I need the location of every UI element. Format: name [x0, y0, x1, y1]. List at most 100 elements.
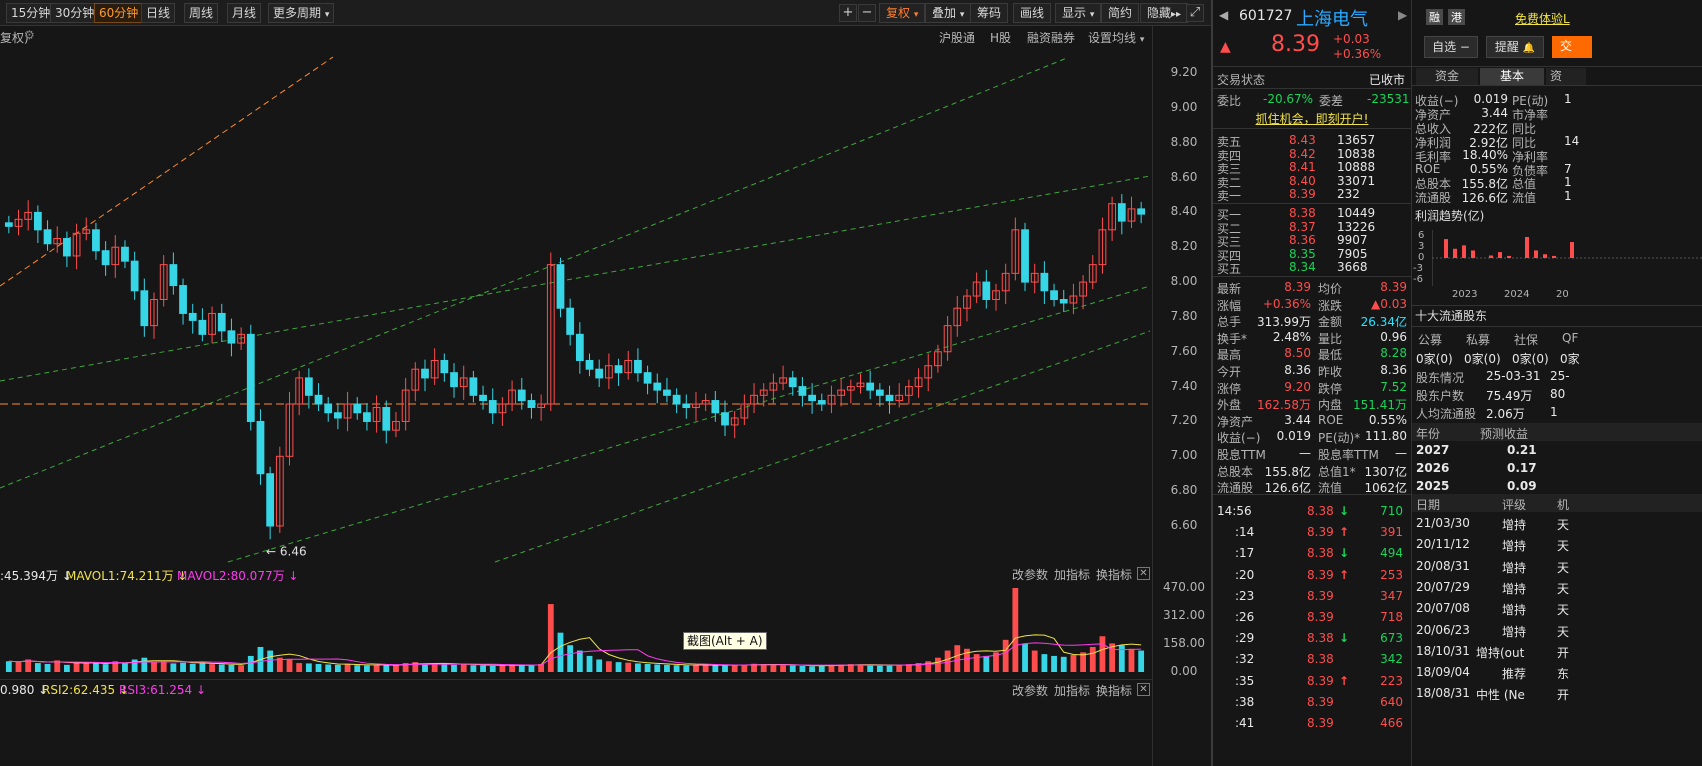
- period-60min-button[interactable]: 60分钟: [94, 3, 144, 23]
- settings-gear-icon[interactable]: ⚙: [24, 28, 35, 42]
- rating-date: 20/08/31: [1416, 558, 1470, 573]
- tick-price: 8.39: [1307, 567, 1334, 582]
- rsi-switch-indicator-button[interactable]: 换指标: [1096, 682, 1132, 699]
- price-tick-label: 9.00: [1170, 99, 1198, 114]
- fundamental-row: 毛利率 18.40% 净利率: [1412, 148, 1702, 164]
- candle-body: [585, 359, 594, 370]
- holder-count: 0家(0): [1512, 352, 1549, 366]
- vol-switch-indicator-button[interactable]: 换指标: [1096, 566, 1132, 583]
- status-value: 已收市: [1369, 73, 1406, 87]
- candle-body: [450, 372, 458, 388]
- latest-price-value: 8.39: [1271, 32, 1320, 57]
- profit-bar: [1498, 252, 1502, 258]
- open-account-promo-link[interactable]: 抓住机会，即刻开户!: [1213, 110, 1411, 127]
- rating-value: 增持: [1502, 539, 1527, 554]
- zoom-out-button[interactable]: −: [858, 4, 876, 22]
- weicha-label: 委差: [1319, 94, 1344, 108]
- tick-time: :32: [1235, 652, 1255, 667]
- close-icon[interactable]: ✕: [1137, 683, 1150, 696]
- candle-body: [169, 264, 178, 287]
- more-periods-label: 更多周期: [273, 6, 322, 20]
- profit-year-label: 2023: [1452, 289, 1478, 300]
- volume-bar: [857, 664, 864, 672]
- rating-row[interactable]: 20/11/12 增持 天: [1412, 537, 1702, 554]
- close-icon[interactable]: ✕: [1137, 567, 1150, 580]
- display-dropdown[interactable]: 显示 ▾: [1055, 3, 1102, 23]
- more-periods-dropdown[interactable]: 更多周期 ▾: [268, 3, 335, 23]
- quote-panel: ◀ 601727 上海电气 ▶ ▲ 8.39 +0.03 +0.36% 交易状态…: [1213, 0, 1411, 766]
- fund-label: 流值: [1512, 191, 1537, 206]
- hk-connect-link[interactable]: 沪股通: [939, 29, 975, 46]
- rating-row[interactable]: 20/06/23 增持 天: [1412, 623, 1702, 639]
- rating-row[interactable]: 21/03/30 增持 天: [1412, 516, 1702, 532]
- alert-button[interactable]: 提醒 🔔: [1486, 36, 1544, 58]
- rating-row[interactable]: 18/10/31 增持(out 开: [1412, 644, 1702, 660]
- zoom-in-button[interactable]: +: [839, 4, 857, 22]
- stat-label: 量比: [1318, 331, 1343, 346]
- period-15min-button[interactable]: 15分钟: [6, 3, 56, 23]
- next-stock-icon[interactable]: ▶: [1398, 8, 1407, 22]
- candle-body: [517, 389, 526, 402]
- volume-bar: [935, 657, 941, 672]
- rating-head-rating: 评级: [1502, 498, 1527, 512]
- rsi-add-indicator-button[interactable]: 加指标: [1054, 682, 1090, 699]
- chips-button[interactable]: 筹码: [970, 3, 1009, 23]
- tab-funds[interactable]: 资金: [1416, 68, 1478, 85]
- volume-bar: [809, 666, 816, 672]
- rating-row[interactable]: 18/08/31 中性 (Ne 开: [1412, 686, 1702, 702]
- adjust-dropdown[interactable]: 复权 ▾: [879, 3, 926, 23]
- period-day-button[interactable]: 日线: [141, 3, 176, 23]
- forecast-eps: 0.09: [1507, 479, 1537, 493]
- rating-row[interactable]: 20/07/08 增持 天: [1412, 601, 1702, 617]
- tick-time: 14:56: [1217, 504, 1252, 518]
- h-share-link[interactable]: H股: [990, 29, 1011, 46]
- volume-bar: [1002, 639, 1009, 672]
- rating-row[interactable]: 20/07/29 增持 天: [1412, 580, 1702, 596]
- price-chart[interactable]: ← 6.46 9.20 9.00 8.80 8.60 8.40 8.20 8.00 7.80 7…: [0, 46, 1212, 566]
- profit-trend-chart: 6 3 0 -3 -6 2023 2024 20: [1412, 226, 1702, 306]
- overlay-dropdown[interactable]: 叠加 ▾: [925, 3, 972, 23]
- price-tick-label: 6.80: [1170, 483, 1198, 498]
- quote-stat-row: 净资产 3.44 ROE 0.55%: [1213, 413, 1411, 429]
- candle-body: [1137, 208, 1146, 215]
- vol-add-indicator-button[interactable]: 加指标: [1054, 566, 1090, 583]
- trade-button[interactable]: 交: [1552, 36, 1592, 58]
- tick-volume: 494: [1380, 546, 1403, 561]
- tick-price: 8.39: [1307, 716, 1334, 730]
- rsi-edit-params-button[interactable]: 改参数: [1012, 682, 1048, 699]
- top-holders-title: 十大流通股东: [1415, 309, 1488, 323]
- candle-body: [63, 238, 71, 257]
- stat-value: 8.36: [1284, 363, 1311, 377]
- tab-basics[interactable]: 基本: [1480, 68, 1544, 85]
- rating-row[interactable]: 18/09/04 推荐 东: [1412, 665, 1702, 681]
- profit-bar: [1525, 237, 1529, 258]
- divider: [1213, 203, 1411, 204]
- stat-value: 0.96: [1380, 329, 1407, 344]
- profit-bar: [1471, 250, 1475, 258]
- period-week-button[interactable]: 周线: [184, 3, 219, 23]
- period-month-button[interactable]: 月线: [227, 3, 262, 23]
- draw-button[interactable]: 画线: [1013, 3, 1052, 23]
- profit-trend-title: 利润趋势(亿): [1415, 209, 1485, 223]
- free-trial-link[interactable]: 免费体验L: [1515, 10, 1570, 27]
- prev-stock-icon[interactable]: ◀: [1219, 8, 1228, 22]
- margin-trading-link[interactable]: 融资融券: [1027, 29, 1075, 46]
- candle-body: [682, 403, 691, 409]
- rating-row[interactable]: 20/08/31 增持 天: [1412, 558, 1702, 575]
- ma-settings-link[interactable]: 设置均线 ▾: [1088, 29, 1144, 46]
- volume-bar: [635, 663, 641, 672]
- profit-bar: [1489, 255, 1493, 258]
- simple-button[interactable]: 简约: [1101, 3, 1140, 23]
- hide-button[interactable]: 隐藏▸▸: [1140, 3, 1189, 23]
- watchlist-button[interactable]: 自选 −: [1424, 36, 1478, 58]
- volume-bar: [131, 659, 138, 672]
- candle-body: [1040, 272, 1049, 292]
- tick-price: 8.38: [1307, 504, 1334, 518]
- vol-edit-params-button[interactable]: 改参数: [1012, 566, 1048, 583]
- stat-value: 7.52: [1380, 379, 1407, 394]
- fullscreen-icon[interactable]: ⤢: [1186, 4, 1204, 22]
- volume-bar: [209, 664, 215, 672]
- period-30min-button[interactable]: 30分钟: [50, 3, 100, 23]
- tick-time: :23: [1235, 588, 1255, 603]
- tab-more[interactable]: 资: [1546, 68, 1586, 85]
